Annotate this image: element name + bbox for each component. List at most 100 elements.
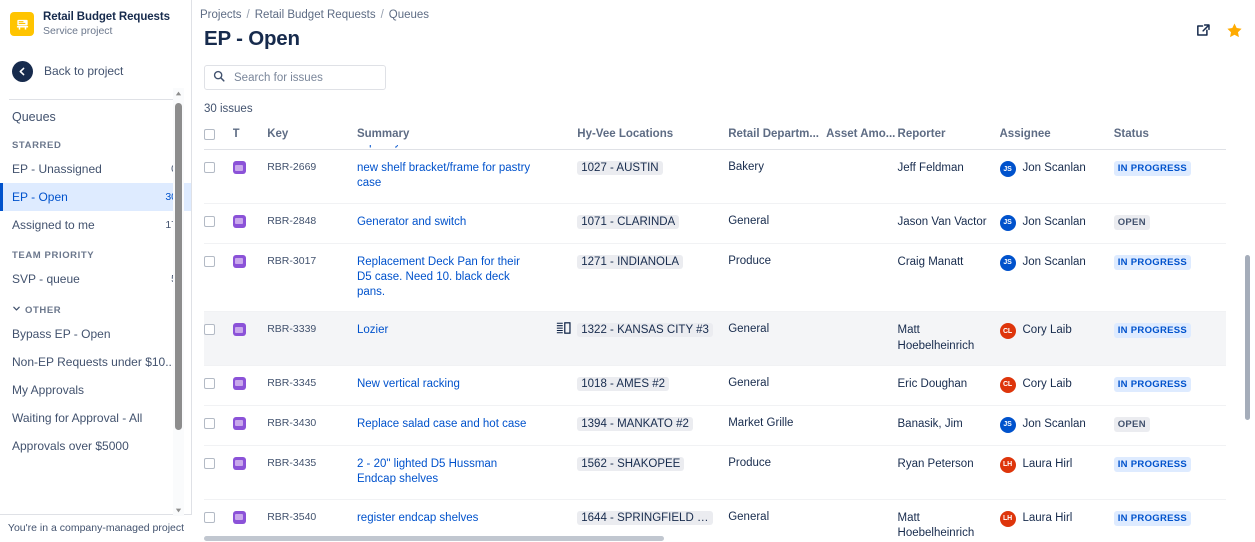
- jira-queue-page: Retail Budget Requests Service project B…: [0, 0, 1255, 542]
- column-header-type[interactable]: T: [233, 128, 268, 150]
- issue-summary-link[interactable]: Replace salad case and hot case: [357, 417, 526, 432]
- issue-summary-link[interactable]: Generator and switch: [357, 215, 466, 230]
- scroll-down-arrow-icon[interactable]: [173, 505, 184, 516]
- row-summary-cell: new shelf bracket/frame for pastry case: [357, 150, 577, 204]
- table-horizontal-scrollbar[interactable]: [204, 536, 1226, 542]
- breadcrumb: Projects / Retail Budget Requests / Queu…: [192, 0, 1255, 21]
- sidebar-item-approvals-over-5000[interactable]: Approvals over $5000: [0, 432, 191, 460]
- row-checkbox[interactable]: [204, 256, 215, 267]
- project-header[interactable]: Retail Budget Requests Service project: [0, 0, 191, 37]
- assignee[interactable]: LHLaura Hirl: [1000, 511, 1108, 527]
- issue-key[interactable]: RBR-2669: [267, 161, 316, 173]
- issue-key[interactable]: RBR-3339: [267, 323, 316, 335]
- issue-summary-link[interactable]: Lozier: [357, 323, 388, 338]
- issue-summary-link[interactable]: New vertical racking: [357, 377, 460, 392]
- assignee[interactable]: CLCory Laib: [1000, 377, 1108, 393]
- row-checkbox-cell: [204, 243, 233, 312]
- row-checkbox[interactable]: [204, 512, 215, 523]
- issue-key[interactable]: RBR-3430: [267, 417, 316, 429]
- breadcrumb-projects[interactable]: Projects: [200, 9, 242, 21]
- assignee[interactable]: LHLaura Hirl: [1000, 457, 1108, 473]
- issue-key[interactable]: RBR-3345: [267, 377, 316, 389]
- issue-summary-link[interactable]: new shelf bracket/frame for pastry case: [357, 161, 533, 192]
- sidebar-scrollbar-thumb[interactable]: [175, 103, 182, 430]
- table-row[interactable]: RBR-2669 new shelf bracket/frame for past…: [204, 150, 1226, 204]
- scroll-up-arrow-icon[interactable]: [173, 88, 184, 99]
- row-checkbox[interactable]: [204, 162, 215, 173]
- table-row[interactable]: RBR-3017 Replacement Deck Pan for their D…: [204, 243, 1226, 312]
- row-department-cell: Produce: [728, 243, 826, 312]
- breadcrumb-project[interactable]: Retail Budget Requests: [255, 9, 376, 21]
- issue-key[interactable]: RBR-2848: [267, 215, 316, 227]
- sidebar-item-label: Approvals over $5000: [12, 439, 129, 453]
- issue-key[interactable]: RBR-3540: [267, 511, 316, 523]
- issue-summary-link[interactable]: Replacement Deck Pan for their D5 case. …: [357, 255, 533, 301]
- sidebar-item-bypass-ep-open[interactable]: Bypass EP - Open: [0, 320, 191, 348]
- column-header-status[interactable]: Status: [1114, 128, 1226, 150]
- status-badge[interactable]: IN PROGRESS: [1114, 323, 1191, 338]
- sidebar-item-ep-unassigned[interactable]: EP - Unassigned 0: [0, 155, 191, 183]
- column-header-summary[interactable]: Summary: [357, 128, 577, 150]
- row-checkbox[interactable]: [204, 324, 215, 335]
- status-badge[interactable]: IN PROGRESS: [1114, 511, 1191, 526]
- back-to-project-link[interactable]: Back to project: [0, 59, 191, 83]
- status-badge[interactable]: IN PROGRESS: [1114, 457, 1191, 472]
- sidebar-item-ep-open[interactable]: EP - Open 30: [0, 183, 191, 211]
- sidebar-scrollbar[interactable]: [173, 88, 184, 516]
- issue-summary-link[interactable]: 2 - 20" lighted D5 Hussman Endcap shelve…: [357, 457, 533, 488]
- table-row[interactable]: RBR-2848Generator and switch1071 - CLARI…: [204, 203, 1226, 243]
- column-header-key[interactable]: Key: [267, 128, 357, 150]
- column-header-asset[interactable]: Asset Amo...: [826, 128, 897, 150]
- page-title: EP - Open: [192, 21, 1255, 51]
- sidebar-item-assigned-to-me[interactable]: Assigned to me 17: [0, 211, 191, 239]
- sidebar-item-non-ep-requests[interactable]: Non-EP Requests under $10...: [0, 348, 191, 376]
- table-row[interactable]: RBR-3339Lozier1322 - KANSAS CITY #3Gener…: [204, 312, 1226, 366]
- table-horizontal-scrollbar-thumb[interactable]: [204, 536, 664, 541]
- assignee[interactable]: JSJon Scanlan: [1000, 161, 1108, 177]
- column-header-assignee[interactable]: Assignee: [1000, 128, 1114, 150]
- table-row[interactable]: RBR-3430Replace salad case and hot case1…: [204, 405, 1226, 445]
- issue-summary-link[interactable]: register endcap shelves: [357, 511, 478, 526]
- column-header-location[interactable]: Hy-Vee Locations: [577, 128, 728, 150]
- status-badge[interactable]: IN PROGRESS: [1114, 161, 1191, 176]
- search-box[interactable]: [204, 65, 386, 90]
- table-row[interactable]: RBR-3345New vertical racking1018 - AMES …: [204, 365, 1226, 405]
- search-input[interactable]: [232, 71, 377, 85]
- status-badge[interactable]: IN PROGRESS: [1114, 377, 1191, 392]
- status-badge[interactable]: IN PROGRESS: [1114, 255, 1191, 270]
- row-location-cell: 1027 - AUSTIN: [577, 150, 728, 204]
- row-summary-cell: Replacement Deck Pan for their D5 case. …: [357, 243, 577, 312]
- sidebar-item-waiting-for-approval-all[interactable]: Waiting for Approval - All: [0, 404, 191, 432]
- main-vertical-scrollbar-thumb[interactable]: [1245, 255, 1250, 420]
- status-badge[interactable]: OPEN: [1114, 215, 1150, 230]
- service-request-type-icon: [233, 323, 246, 336]
- star-filled-icon[interactable]: [1226, 22, 1243, 39]
- assignee[interactable]: CLCory Laib: [1000, 323, 1108, 339]
- status-badge[interactable]: OPEN: [1114, 417, 1150, 432]
- row-checkbox[interactable]: [204, 378, 215, 389]
- issue-key[interactable]: RBR-3017: [267, 255, 316, 267]
- sidebar-item-svp-queue[interactable]: SVP - queue 5: [0, 265, 191, 293]
- row-type-cell: [233, 312, 268, 366]
- avatar: JS: [1000, 215, 1016, 231]
- row-checkbox[interactable]: [204, 458, 215, 469]
- assignee[interactable]: JSJon Scanlan: [1000, 215, 1108, 231]
- assignee[interactable]: JSJon Scanlan: [1000, 255, 1108, 271]
- sidebar-item-label: My Approvals: [12, 383, 84, 397]
- reporter-name: Banasik, Jim: [898, 418, 963, 430]
- column-header-department[interactable]: Retail Departm...: [728, 128, 826, 150]
- issue-key[interactable]: RBR-3435: [267, 457, 316, 469]
- column-header-reporter[interactable]: Reporter: [898, 128, 1000, 150]
- select-all-checkbox[interactable]: [204, 129, 215, 140]
- description-icon: [556, 322, 571, 337]
- table-row[interactable]: RBR-3435 2 - 20" lighted D5 Hussman Endca…: [204, 445, 1226, 499]
- row-reporter-cell: Craig Manatt: [898, 243, 1000, 312]
- sidebar-group-other[interactable]: OTHER: [0, 293, 191, 320]
- breadcrumb-queues[interactable]: Queues: [389, 9, 429, 21]
- row-summary-cell: Generator and switch: [357, 203, 577, 243]
- row-checkbox[interactable]: [204, 216, 215, 227]
- assignee[interactable]: JSJon Scanlan: [1000, 417, 1108, 433]
- open-in-new-icon[interactable]: [1195, 22, 1212, 39]
- sidebar-item-my-approvals[interactable]: My Approvals: [0, 376, 191, 404]
- row-checkbox[interactable]: [204, 418, 215, 429]
